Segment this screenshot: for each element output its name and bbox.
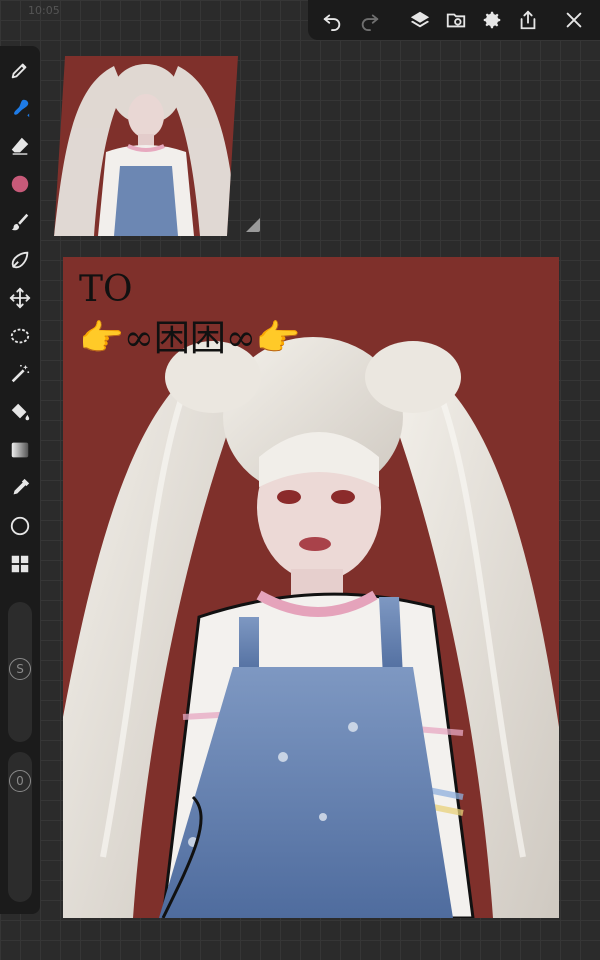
- close-icon: [566, 12, 582, 28]
- status-time: 10:05: [28, 4, 60, 17]
- grid-icon: [11, 555, 29, 573]
- smudge-icon: [14, 99, 30, 118]
- eraser-icon: [11, 137, 29, 155]
- top-toolbar: [308, 0, 600, 40]
- close-button[interactable]: [562, 8, 586, 32]
- layers-button[interactable]: [408, 8, 432, 32]
- eyedropper-tool[interactable]: [8, 476, 32, 500]
- eyedropper-icon: [13, 478, 30, 495]
- resize-handle-icon[interactable]: [244, 216, 262, 234]
- pen-tool[interactable]: [8, 58, 32, 82]
- share-button[interactable]: [516, 8, 540, 32]
- reference-thumbnail[interactable]: [54, 56, 238, 236]
- gallery-tool[interactable]: [8, 552, 32, 576]
- selection-tool[interactable]: [8, 324, 32, 348]
- undo-icon: [323, 14, 341, 31]
- gradient-tool[interactable]: [8, 438, 32, 462]
- fill-tool[interactable]: [8, 400, 32, 424]
- selection-icon: [10, 328, 30, 344]
- canvas-text-to: TO: [79, 269, 133, 310]
- color-icon: [11, 175, 29, 193]
- brush-size-slider[interactable]: S: [8, 602, 32, 742]
- brush-tool[interactable]: [8, 210, 32, 234]
- magic-wand-icon: [11, 364, 30, 383]
- canvas-text-name: 👉∞困困∞👉: [79, 318, 301, 359]
- layers-icon: [410, 11, 430, 28]
- reference-icon: [446, 13, 466, 28]
- brush-icon: [11, 213, 29, 231]
- redo-button[interactable]: [358, 8, 382, 32]
- thumbnail-artwork: [54, 56, 238, 236]
- shape-tool[interactable]: [8, 514, 32, 538]
- lasso-tool[interactable]: [8, 248, 32, 272]
- transform-icon: [9, 287, 31, 309]
- reference-button[interactable]: [444, 8, 468, 32]
- transform-tool[interactable]: [8, 286, 32, 310]
- opacity-slider-knob[interactable]: 0: [9, 770, 31, 792]
- settings-button[interactable]: [480, 8, 504, 32]
- shape-icon: [10, 516, 30, 536]
- opacity-slider[interactable]: 0: [8, 752, 32, 902]
- color-button[interactable]: [8, 172, 32, 196]
- gear-icon: [483, 11, 501, 29]
- size-slider-knob[interactable]: S: [9, 658, 31, 680]
- drawing-canvas[interactable]: TO 👉∞困困∞👉: [63, 257, 559, 918]
- share-icon: [520, 10, 536, 30]
- gradient-icon: [11, 442, 29, 458]
- smudge-tool[interactable]: [8, 96, 32, 120]
- fill-icon: [11, 403, 30, 421]
- redo-icon: [361, 14, 379, 31]
- pen-icon: [11, 63, 27, 79]
- magic-wand-tool[interactable]: [8, 362, 32, 386]
- eraser-tool[interactable]: [8, 134, 32, 158]
- tool-rail: S 0: [0, 46, 40, 914]
- lasso-icon: [11, 251, 29, 269]
- undo-button[interactable]: [320, 8, 344, 32]
